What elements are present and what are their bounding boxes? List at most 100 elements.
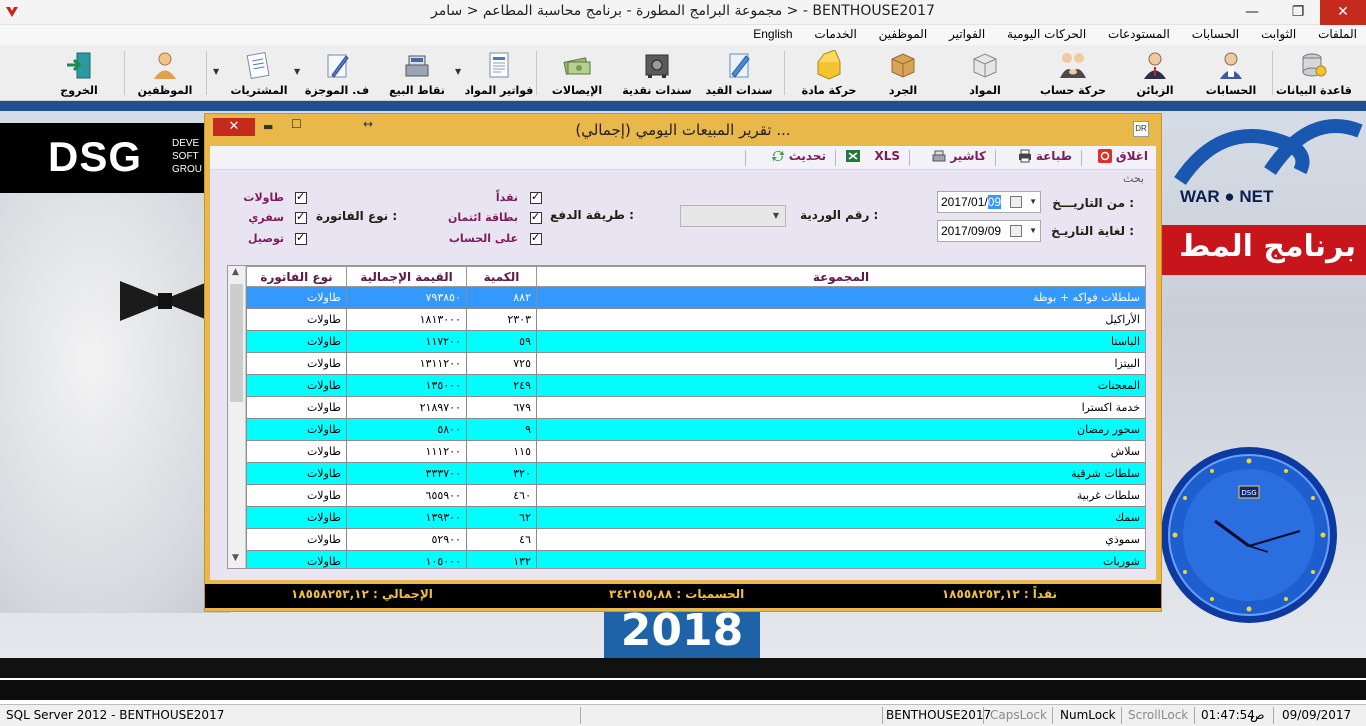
- table-row[interactable]: طاولات ١١٧٢٠٠ ٥٩ الباستا: [246, 330, 1145, 353]
- table-row[interactable]: طاولات ١٠٥٠٠٠ ١٣٢ شوربات: [246, 550, 1145, 568]
- clock-badge: DSG: [1241, 489, 1256, 497]
- chevron-down-icon[interactable]: ▼: [213, 67, 219, 76]
- menu-invoices[interactable]: الفواتير: [940, 25, 994, 45]
- menu-constants[interactable]: الثوابت: [1252, 25, 1305, 45]
- cash-vouchers-button[interactable]: سندات نقدية: [620, 48, 694, 98]
- scrollbar-thumb[interactable]: [230, 284, 243, 402]
- calendar-icon[interactable]: [1010, 225, 1022, 237]
- table-row[interactable]: طاولات ٦٥٥٩٠٠ ٤٦٠ سلطات غربية: [246, 484, 1145, 507]
- status-bar: SQL Server 2012 - BENTHOUSE2017 BENTHOUS…: [0, 704, 1366, 726]
- shift-number-select[interactable]: ▼: [680, 205, 786, 227]
- cell-quantity: ٧٢٥: [466, 352, 537, 375]
- menu-accounts[interactable]: الحسابات: [1183, 25, 1248, 45]
- table-row[interactable]: طاولات ٥٢٩٠٠ ٤٦ سموذي: [246, 528, 1145, 551]
- report-close-button[interactable]: اغلاق: [1094, 149, 1148, 167]
- table-row[interactable]: طاولات ١٨١٣٠٠٠ ٢٣٠٣ الأراكيل: [246, 308, 1145, 331]
- on-account-checkbox[interactable]: [530, 231, 542, 245]
- minimize-button[interactable]: —: [1230, 0, 1274, 25]
- delivery-checkbox[interactable]: [295, 231, 307, 245]
- status-separator: [580, 707, 581, 724]
- toolbar-separator: [206, 51, 207, 95]
- print-button[interactable]: طباعة: [1014, 149, 1072, 167]
- server-status: SQL Server 2012 - BENTHOUSE2017: [6, 708, 225, 722]
- totals-bar: الإجمالي : ١٨٥٥٨٢٥٣,١٢ الحسميات : ٣٤٢١٥٥…: [205, 584, 1161, 608]
- menu-daily-movements[interactable]: الحركات اليومية: [998, 25, 1095, 45]
- handshake-icon: [1060, 53, 1086, 78]
- export-xls-button[interactable]: XLS: [842, 149, 900, 167]
- cell-total-value: ١٣١١٢٠٠: [346, 352, 467, 375]
- cell-group: سمك: [536, 506, 1145, 529]
- cardboard-box-icon: [891, 53, 915, 78]
- maximize-button[interactable]: ❐: [1276, 0, 1320, 25]
- menu-employees[interactable]: الموظفين: [870, 25, 937, 45]
- cell-total-value: ٧٩٣٨٥٠: [346, 286, 467, 309]
- tables-checkbox[interactable]: [295, 190, 307, 204]
- sales-grid: ▲ ▼ نوع الفاتورة القيمة الإجمالية الكمية…: [227, 265, 1146, 569]
- scroll-down-icon[interactable]: ▼: [232, 553, 239, 563]
- purchases-button[interactable]: المشتريات: [222, 48, 296, 98]
- program-banner: برنامج المط: [1160, 225, 1366, 275]
- cell-group: شوربات: [536, 550, 1145, 568]
- chevron-down-icon[interactable]: ▼: [1029, 197, 1037, 206]
- shift-number-label: رقم الوردية :: [800, 208, 879, 222]
- exit-button[interactable]: الخروج: [42, 48, 116, 98]
- journal-vouchers-button[interactable]: سندات القيد: [702, 48, 776, 98]
- calendar-icon[interactable]: [1010, 196, 1022, 208]
- menu-services[interactable]: الخدمات: [805, 25, 865, 45]
- cell-quantity: ٦٧٩: [466, 396, 537, 419]
- company-logo-subtext: DEVE SOFT GROU: [172, 138, 202, 175]
- menu-warehouses[interactable]: المستودعات: [1099, 25, 1179, 45]
- table-row[interactable]: طاولات ١١١٢٠٠ ١١٥ سلاش: [246, 440, 1145, 463]
- credit-card-checkbox-label: بطاقة ائتمان: [448, 211, 518, 224]
- accounts-button[interactable]: الحسابات: [1194, 48, 1268, 98]
- menu-english[interactable]: English: [744, 25, 801, 45]
- column-header-total-value[interactable]: القيمة الإجمالية: [346, 266, 467, 287]
- cell-invoice-type: طاولات: [246, 506, 347, 529]
- table-row[interactable]: طاولات ١٣٥٠٠٠ ٢٤٩ المعجنات: [246, 374, 1145, 397]
- cell-invoice-type: طاولات: [246, 418, 347, 441]
- scroll-up-icon[interactable]: ▲: [232, 267, 239, 277]
- cash-checkbox[interactable]: [530, 190, 542, 204]
- dialog-titlebar[interactable]: ✕ ▬ ☐ ↔ تقرير المبيعات اليومي (إجمالي) .…: [205, 114, 1161, 146]
- table-row[interactable]: طاولات ٧٩٣٨٥٠ ٨٨٢ سلطلات فواكه + بوظة: [246, 286, 1145, 309]
- customers-button[interactable]: الزبائن: [1118, 48, 1192, 98]
- materials-button[interactable]: المواد: [948, 48, 1022, 98]
- window-title: مجموعة البرامج المطورة - برنامج محاسبة ا…: [431, 3, 935, 19]
- takeaway-checkbox[interactable]: [295, 210, 307, 224]
- inventory-button[interactable]: الجرد: [866, 48, 940, 98]
- material-invoices-button[interactable]: فواتير المواد: [462, 48, 536, 98]
- column-header-invoice-type[interactable]: نوع الفاتورة: [246, 266, 347, 287]
- table-row[interactable]: طاولات ١٣٩٣٠٠ ٦٢ سمك: [246, 506, 1145, 529]
- from-date-field[interactable]: 2017/01/09 ▼: [937, 191, 1041, 213]
- employees-button[interactable]: الموظفين: [128, 48, 202, 98]
- employee-icon: [154, 52, 176, 79]
- to-date-label: لغاية التاريـخ :: [1051, 224, 1134, 238]
- credit-card-checkbox[interactable]: [530, 210, 542, 224]
- column-header-group[interactable]: المجموعة: [536, 266, 1145, 287]
- refresh-button[interactable]: تحديث: [767, 149, 826, 167]
- sale-points-button[interactable]: نقاط البيع: [380, 48, 454, 98]
- table-row[interactable]: طاولات ٥٨٠٠ ٩ سحور رمضان: [246, 418, 1145, 441]
- material-movement-button[interactable]: حركة مادة: [792, 48, 866, 98]
- grid-scrollbar[interactable]: ▲ ▼: [228, 266, 246, 568]
- to-date-field[interactable]: 2017/09/09 ▼: [937, 220, 1041, 242]
- summary-invoices-button[interactable]: ف. الموجزة: [300, 48, 374, 98]
- cashier-button[interactable]: كاشير: [928, 149, 986, 167]
- close-button[interactable]: ✕: [1320, 0, 1366, 25]
- receipts-button[interactable]: الإيصالات: [540, 48, 614, 98]
- database-button[interactable]: قاعدة البيانات: [1276, 48, 1352, 98]
- table-row[interactable]: طاولات ٣٣٣٧٠٠ ٣٢٠ سلطات شرقية: [246, 462, 1145, 485]
- chevron-down-icon[interactable]: ▼: [455, 67, 461, 76]
- sales-report-dialog: ✕ ▬ ☐ ↔ تقرير المبيعات اليومي (إجمالي) .…: [204, 113, 1162, 612]
- dialog-toolbar: اغلاق طباعة كاشير XLS تحديث: [210, 146, 1156, 170]
- menu-files[interactable]: الملفات: [1309, 25, 1366, 45]
- cell-quantity: ٥٩: [466, 330, 537, 353]
- account-movement-button[interactable]: حركة حساب: [1036, 48, 1110, 98]
- table-row[interactable]: طاولات ١٣١١٢٠٠ ٧٢٥ البيتزا: [246, 352, 1145, 375]
- brand-tagline: WAR ● NET: [1180, 187, 1274, 206]
- column-header-quantity[interactable]: الكمية: [466, 266, 537, 287]
- cell-group: الباستا: [536, 330, 1145, 353]
- chevron-down-icon[interactable]: ▼: [1029, 226, 1037, 235]
- table-row[interactable]: طاولات ٢١٨٩٧٠٠ ٦٧٩ خدمة اكسترا: [246, 396, 1145, 419]
- cell-invoice-type: طاولات: [246, 352, 347, 375]
